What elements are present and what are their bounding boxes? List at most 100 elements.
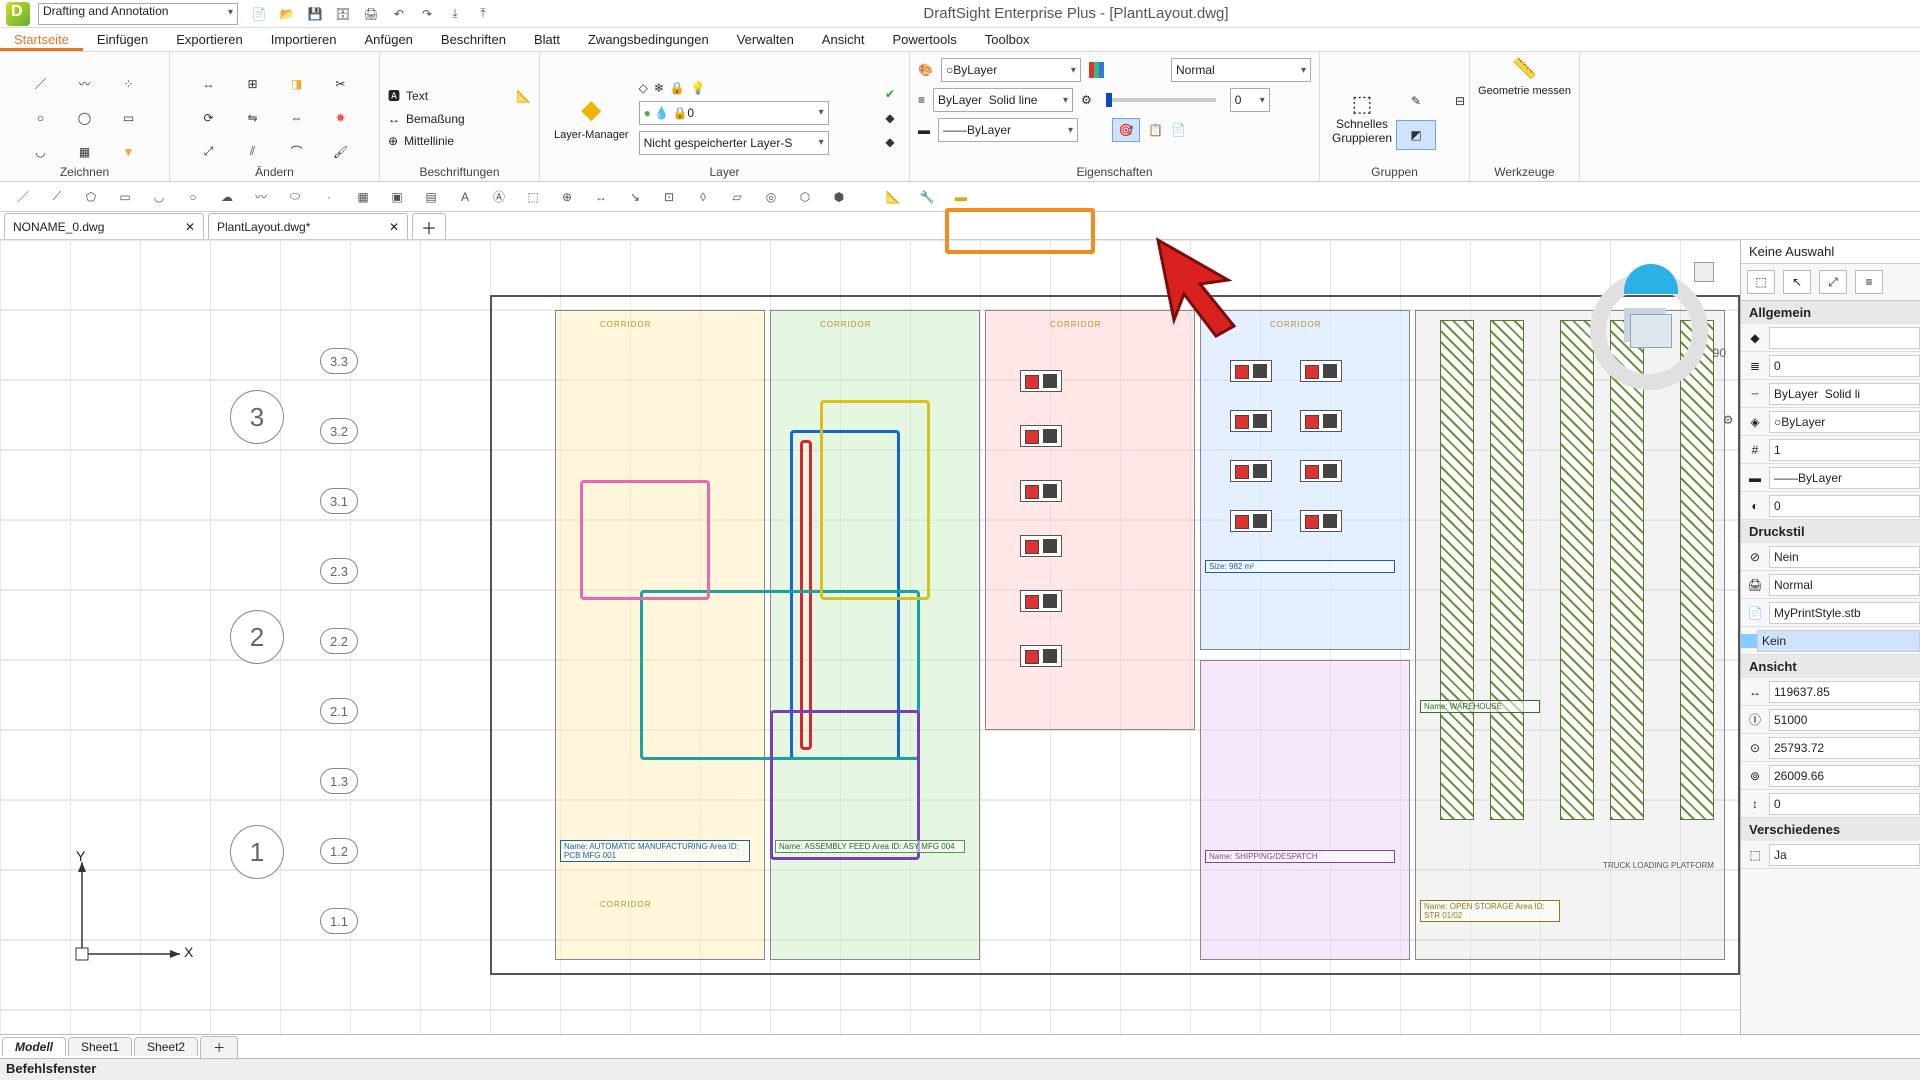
- prop-plot-mode[interactable]: Normal: [1769, 574, 1920, 596]
- prop-scale[interactable]: 1: [1769, 439, 1920, 461]
- color-select[interactable]: ○ ByLayer: [941, 58, 1081, 82]
- lw-icon[interactable]: ▬: [918, 123, 930, 137]
- prop-plot-style[interactable]: MyPrintStyle.stb: [1769, 602, 1920, 624]
- layer-iso[interactable]: ◇: [639, 81, 648, 95]
- qat-new[interactable]: 📄: [250, 5, 268, 23]
- prop-vd[interactable]: 26009.66: [1769, 765, 1920, 787]
- group-edit[interactable]: ✎: [1396, 86, 1436, 116]
- measure-label[interactable]: Geometrie messen: [1478, 85, 1571, 98]
- qt-xline[interactable]: ⟋: [46, 186, 68, 208]
- layer-manager-label[interactable]: Layer-Manager: [554, 129, 629, 141]
- layer-freeze[interactable]: ❄: [654, 81, 664, 95]
- smartdim-icon[interactable]: 📐: [516, 89, 531, 103]
- qt-spline[interactable]: 〰: [250, 186, 272, 208]
- group-select[interactable]: ◩: [1396, 120, 1436, 150]
- tab-einfuegen[interactable]: Einfügen: [83, 28, 162, 51]
- viewcube-face[interactable]: [1630, 314, 1672, 348]
- qt-custom-b[interactable]: 🔧: [916, 186, 938, 208]
- line-tool[interactable]: ／: [24, 69, 58, 99]
- move-tool[interactable]: ↔: [192, 69, 226, 99]
- prop-cbylayer[interactable]: ○ ByLayer: [1769, 411, 1920, 433]
- qt-arc[interactable]: ◡: [148, 186, 170, 208]
- offset-tool[interactable]: ⫽: [236, 137, 270, 167]
- color-swatches[interactable]: [1089, 62, 1104, 78]
- qat-saveas[interactable]: 🗄: [334, 5, 352, 23]
- list-props[interactable]: 📋: [1148, 123, 1163, 137]
- qt-tol[interactable]: ⊡: [658, 186, 680, 208]
- qt-mtext[interactable]: Ⓐ: [488, 186, 510, 208]
- viewcube[interactable]: 90: [1584, 266, 1714, 396]
- prop-mode-2[interactable]: ↖: [1783, 270, 1811, 294]
- props-palette[interactable]: 📄: [1171, 123, 1186, 137]
- prop-plot-on[interactable]: Nein: [1769, 546, 1920, 568]
- lw-select[interactable]: —— ByLayer: [938, 118, 1078, 142]
- point-tool[interactable]: ⁘: [112, 69, 146, 99]
- prop-va[interactable]: 119637.85: [1769, 681, 1920, 703]
- prop-lw[interactable]: —— ByLayer: [1769, 467, 1920, 489]
- qt-wipe[interactable]: ◊: [692, 186, 714, 208]
- center-label[interactable]: Mittellinie: [404, 134, 454, 148]
- quick-group-icon[interactable]: ⬚: [1352, 91, 1373, 117]
- triangle-tool[interactable]: ▼: [112, 137, 146, 167]
- layer-state-mgr[interactable]: ◆: [885, 135, 894, 149]
- prop-misc[interactable]: Ja: [1769, 844, 1920, 866]
- qt-donut[interactable]: ◎: [760, 186, 782, 208]
- qat-save[interactable]: 💾: [306, 5, 324, 23]
- viewcube-settings[interactable]: ⚙: [1716, 408, 1740, 432]
- qt-table[interactable]: ▤: [420, 186, 442, 208]
- rotate-tool[interactable]: ⟳: [192, 103, 226, 133]
- qt-insert[interactable]: ⊕: [556, 186, 578, 208]
- transp-value[interactable]: 0: [1230, 88, 1270, 112]
- tab-blatt[interactable]: Blatt: [520, 28, 574, 51]
- text-icon[interactable]: 🅰: [388, 87, 400, 104]
- qt-dim[interactable]: ↔: [590, 186, 612, 208]
- layer-off[interactable]: 💡: [691, 81, 706, 95]
- viewcube-north[interactable]: [1624, 264, 1678, 294]
- prop-mode-3[interactable]: ⤢: [1819, 270, 1847, 294]
- tab-zwang[interactable]: Zwangsbedingungen: [574, 28, 723, 51]
- polyline-tool[interactable]: 〰: [68, 69, 102, 99]
- sheet-tab-2[interactable]: Sheet2: [134, 1037, 198, 1056]
- erase-tool[interactable]: ◨: [280, 69, 314, 99]
- circle-tool[interactable]: ○: [24, 103, 58, 133]
- qt-boundary[interactable]: ⬡: [794, 186, 816, 208]
- ltype-edit[interactable]: ⚙: [1081, 93, 1092, 107]
- prop-ltype[interactable]: ByLayer Solid li: [1769, 383, 1920, 405]
- tab-ansicht[interactable]: Ansicht: [808, 28, 879, 51]
- workspace-selector[interactable]: Drafting and Annotation: [38, 3, 238, 25]
- close-icon[interactable]: ✕: [389, 220, 399, 234]
- layer-lock[interactable]: 🔒: [670, 81, 685, 95]
- viewcube-home[interactable]: [1694, 262, 1714, 282]
- prop-mode-1[interactable]: ⬚: [1747, 270, 1775, 294]
- tab-beschriften[interactable]: Beschriften: [427, 28, 520, 51]
- doc-tab-1[interactable]: PlantLayout.dwg*✕: [208, 213, 408, 239]
- ellipse-tool[interactable]: ◯: [68, 103, 102, 133]
- qat-import[interactable]: ⤒: [474, 5, 492, 23]
- layer-on[interactable]: ✔: [885, 87, 895, 101]
- layer-manager-icon[interactable]: ◆: [581, 94, 601, 125]
- sheet-tab-model[interactable]: Modell: [2, 1037, 66, 1056]
- text-label[interactable]: Text: [406, 89, 428, 103]
- qt-hatch[interactable]: ▦: [352, 186, 374, 208]
- layer-current[interactable]: ● 💧 🔒 0: [639, 101, 829, 125]
- color-icon[interactable]: 🎨: [918, 63, 933, 77]
- quick-group-label[interactable]: Schnelles Gruppieren: [1332, 117, 1392, 145]
- tab-powertools[interactable]: Powertools: [878, 28, 970, 51]
- mirror-tool[interactable]: ⇋: [236, 103, 270, 133]
- ltype-icon[interactable]: ≡: [918, 93, 925, 107]
- tab-anfuegen[interactable]: Anfügen: [350, 28, 426, 51]
- tab-verwalten[interactable]: Verwalten: [723, 28, 808, 51]
- qt-rect[interactable]: ▭: [114, 186, 136, 208]
- dim-label[interactable]: Bemaßung: [406, 112, 465, 126]
- dim-icon[interactable]: ↔: [388, 112, 400, 126]
- doc-tab-add[interactable]: ＋: [412, 213, 446, 239]
- tab-toolbox[interactable]: Toolbox: [971, 28, 1044, 51]
- prop-transp[interactable]: 0: [1769, 495, 1920, 517]
- prop-ve[interactable]: 0: [1769, 793, 1920, 815]
- prop-layer[interactable]: 0: [1769, 355, 1920, 377]
- tab-exportieren[interactable]: Exportieren: [162, 28, 256, 51]
- prop-plot-none[interactable]: Kein: [1757, 630, 1920, 652]
- qat-undo[interactable]: ↶: [390, 5, 408, 23]
- qt-revcloud[interactable]: ☁: [216, 186, 238, 208]
- qt-mask[interactable]: ▱: [726, 186, 748, 208]
